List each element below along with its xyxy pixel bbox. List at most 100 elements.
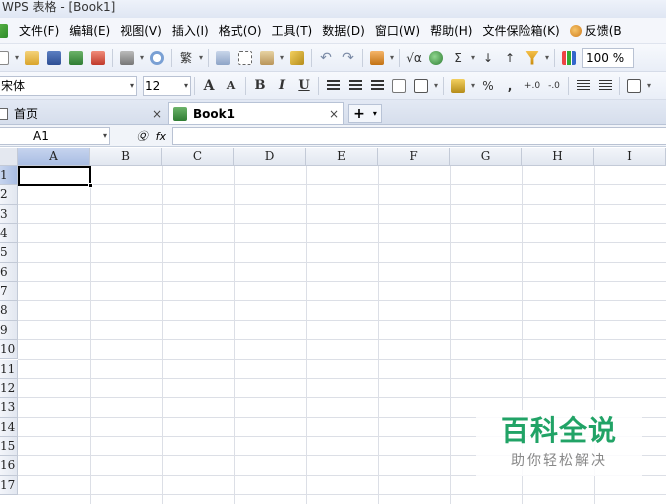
menu-data[interactable]: 数据(D) <box>317 22 370 39</box>
save-button[interactable] <box>44 48 64 68</box>
comma-style-button[interactable]: , <box>500 76 520 96</box>
name-box[interactable]: A1 ▾ <box>0 127 110 145</box>
insert-dropdown-arrow[interactable]: ▾ <box>388 53 396 62</box>
row-header-2[interactable]: 2 <box>0 185 18 205</box>
redo-button[interactable]: ↷ <box>338 48 358 68</box>
tab-home-close-button[interactable]: × <box>152 107 162 121</box>
column-header-b[interactable]: B <box>90 148 162 166</box>
tab-home[interactable]: 首页 × <box>0 102 166 124</box>
align-left-button[interactable] <box>323 76 343 96</box>
copy-button[interactable] <box>213 48 233 68</box>
align-center-button[interactable] <box>345 76 365 96</box>
menu-tools[interactable]: 工具(T) <box>267 22 318 39</box>
column-header-g[interactable]: G <box>450 148 522 166</box>
row-header-7[interactable]: 7 <box>0 282 18 302</box>
row-header-6[interactable]: 6 <box>0 262 18 283</box>
print-button[interactable] <box>117 48 137 68</box>
menu-insert[interactable]: 插入(I) <box>167 22 214 39</box>
insert-function-button[interactable]: √α <box>404 48 424 68</box>
italic-button[interactable]: I <box>272 76 292 96</box>
align-right-button[interactable] <box>367 76 387 96</box>
column-header-a[interactable]: A <box>18 148 90 166</box>
sort-descending-button[interactable]: ↑ <box>500 48 520 68</box>
wps-app-icon[interactable] <box>0 23 8 38</box>
column-header-c[interactable]: C <box>162 148 234 166</box>
format-painter-button[interactable] <box>287 48 307 68</box>
row-header-9[interactable]: 9 <box>0 320 18 341</box>
web-button[interactable] <box>426 48 446 68</box>
increase-indent-button[interactable] <box>595 76 615 96</box>
search-function-icon[interactable]: Ⓠ <box>137 128 148 144</box>
menu-view[interactable]: 视图(V) <box>115 22 167 39</box>
select-all-corner[interactable] <box>0 148 18 166</box>
sort-ascending-button[interactable]: ↓ <box>478 48 498 68</box>
increase-decimal-button[interactable]: +.0 <box>522 76 542 96</box>
export-pdf-button[interactable] <box>88 48 108 68</box>
formula-input[interactable] <box>172 127 666 145</box>
bold-button[interactable]: B <box>250 76 270 96</box>
row-header-15[interactable]: 15 <box>0 436 18 457</box>
wrap-text-button[interactable] <box>389 76 409 96</box>
decrease-decimal-button[interactable]: -.0 <box>544 76 564 96</box>
currency-dropdown-arrow[interactable]: ▾ <box>469 81 477 90</box>
decrease-indent-button[interactable] <box>573 76 593 96</box>
menu-feedback[interactable]: 反馈(B <box>565 22 627 39</box>
row-header-5[interactable]: 5 <box>0 243 18 263</box>
row-header-4[interactable]: 4 <box>0 224 18 244</box>
active-cell[interactable] <box>18 166 91 186</box>
chart-button[interactable] <box>559 48 579 68</box>
fill-handle[interactable] <box>88 183 93 188</box>
insert-function-fx-button[interactable]: fx <box>156 130 166 143</box>
menu-file-vault[interactable]: 文件保险箱(K) <box>477 22 564 39</box>
row-header-13[interactable]: 13 <box>0 398 18 418</box>
underline-button[interactable]: U <box>294 76 314 96</box>
merge-center-button[interactable] <box>411 76 431 96</box>
autosum-dropdown-arrow[interactable]: ▾ <box>469 53 477 62</box>
currency-button[interactable] <box>448 76 468 96</box>
increase-font-size-button[interactable]: A <box>199 76 219 96</box>
menu-edit[interactable]: 编辑(E) <box>64 22 115 39</box>
decrease-font-size-button[interactable]: A <box>221 76 241 96</box>
new-tab-button[interactable]: + ▾ <box>348 104 382 123</box>
filter-dropdown-arrow[interactable]: ▾ <box>543 53 551 62</box>
column-header-h[interactable]: H <box>522 148 594 166</box>
font-name-select[interactable]: 宋体 ▾ <box>0 75 137 96</box>
row-header-1[interactable]: 1 <box>0 166 18 186</box>
insert-rows-button[interactable] <box>367 48 387 68</box>
autosum-button[interactable]: Σ <box>448 48 468 68</box>
paste-dropdown-arrow[interactable]: ▾ <box>278 53 286 62</box>
row-header-12[interactable]: 12 <box>0 378 18 399</box>
paste-button[interactable] <box>257 48 277 68</box>
row-header-16[interactable]: 16 <box>0 456 18 476</box>
row-header-11[interactable]: 11 <box>0 359 18 379</box>
menu-format[interactable]: 格式(O) <box>214 22 267 39</box>
menu-window[interactable]: 窗口(W) <box>370 22 425 39</box>
row-header-14[interactable]: 14 <box>0 417 18 437</box>
column-header-f[interactable]: F <box>378 148 450 166</box>
autofilter-button[interactable] <box>522 48 542 68</box>
new-document-button[interactable] <box>0 48 12 68</box>
tab-book1[interactable]: Book1 × <box>168 102 344 124</box>
tab-book1-close-button[interactable]: × <box>329 107 339 121</box>
column-header-e[interactable]: E <box>306 148 378 166</box>
zoom-field[interactable]: 100 % <box>582 47 634 68</box>
undo-button[interactable]: ↶ <box>316 48 336 68</box>
open-button[interactable] <box>22 48 42 68</box>
menu-help[interactable]: 帮助(H) <box>425 22 477 39</box>
percent-style-button[interactable]: % <box>478 76 498 96</box>
export-button[interactable] <box>66 48 86 68</box>
print-preview-button[interactable] <box>147 48 167 68</box>
merge-dropdown-arrow[interactable]: ▾ <box>432 81 440 90</box>
column-header-d[interactable]: D <box>234 148 306 166</box>
traditional-dropdown-arrow[interactable]: ▾ <box>197 53 205 62</box>
row-header-17[interactable]: 17 <box>0 475 18 495</box>
row-header-3[interactable]: 3 <box>0 204 18 225</box>
font-size-select[interactable]: 12 ▾ <box>143 75 191 96</box>
new-dropdown-arrow[interactable]: ▾ <box>13 53 21 62</box>
borders-button[interactable] <box>624 76 644 96</box>
menu-file[interactable]: 文件(F) <box>14 22 64 39</box>
cut-button[interactable] <box>235 48 255 68</box>
borders-dropdown-arrow[interactable]: ▾ <box>645 81 653 90</box>
row-header-10[interactable]: 10 <box>0 340 18 360</box>
column-header-i[interactable]: I <box>594 148 666 166</box>
